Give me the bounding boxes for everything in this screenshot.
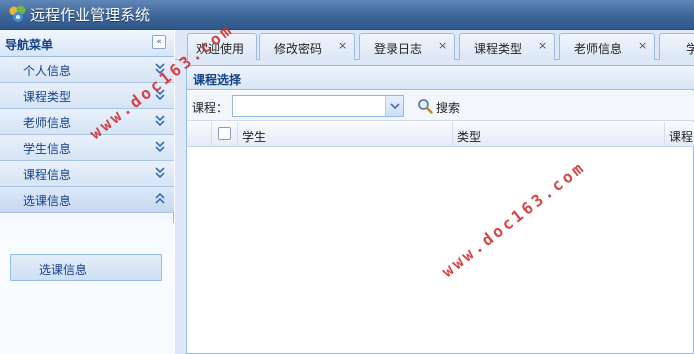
grid-header: 学生 类型 课程 — [187, 122, 694, 147]
sidebar-item-label: 课程类型 — [23, 90, 72, 104]
close-icon[interactable]: × — [338, 39, 347, 52]
column-header-course[interactable]: 课程 — [665, 122, 694, 147]
chevron-double-down-icon — [155, 63, 165, 75]
chevron-double-down-icon — [155, 167, 165, 179]
sidebar-item-label: 选课信息 — [23, 194, 72, 208]
sidebar-item-label: 老师信息 — [23, 116, 72, 130]
tab-label: 学 — [686, 42, 694, 56]
tab-login-log[interactable]: 登录日志 × — [359, 33, 455, 60]
navigation-sidebar: 导航菜单 « 个人信息 课程类型 老师信息 学生信息 课程信息 选课信息 选课信… — [0, 30, 174, 354]
panel-title: 课程选择 — [193, 73, 242, 87]
sidebar-item-course-types[interactable]: 课程类型 — [0, 83, 174, 109]
sidebar-item-course-selection[interactable]: 选课信息 — [0, 187, 174, 213]
sidebar-item-course-info[interactable]: 课程信息 — [0, 161, 174, 187]
chevron-down-icon — [390, 103, 400, 110]
sidebar-item-label: 课程信息 — [23, 168, 72, 182]
close-icon[interactable]: × — [638, 39, 647, 52]
course-selection-panel: 课程选择 课程： 搜索 学生 类型 课程 — [186, 65, 694, 354]
app-logo-icon — [9, 5, 26, 22]
close-icon[interactable]: × — [538, 39, 547, 52]
course-select[interactable] — [232, 95, 404, 117]
select-all-column-header — [212, 122, 238, 147]
tab-teacher-info[interactable]: 老师信息 × — [559, 33, 655, 60]
tab-course-types[interactable]: 课程类型 × — [459, 33, 555, 60]
tab-student-partial[interactable]: 学 — [659, 33, 694, 60]
tab-label: 修改密码 — [274, 42, 323, 56]
sidebar-item-personal-info[interactable]: 个人信息 — [0, 57, 174, 83]
app-title: 远程作业管理系统 — [30, 6, 151, 24]
tab-label: 欢迎使用 — [196, 42, 245, 56]
sidebar-item-label: 个人信息 — [23, 64, 72, 78]
select-all-checkbox[interactable] — [218, 127, 231, 140]
search-icon — [418, 99, 433, 114]
sidebar-submenu-area: 选课信息 — [0, 223, 174, 354]
course-label: 课程： — [192, 101, 229, 115]
row-number-column-header — [187, 122, 212, 147]
sidebar-item-student-info[interactable]: 学生信息 — [0, 135, 174, 161]
column-label: 课程 — [669, 130, 694, 144]
close-icon[interactable]: × — [438, 39, 447, 52]
chevron-double-up-icon — [155, 192, 165, 204]
panel-header: 课程选择 — [187, 66, 694, 90]
sidebar-item-label: 学生信息 — [23, 142, 72, 156]
column-label: 学生 — [242, 130, 267, 144]
chevron-double-down-icon — [155, 89, 165, 101]
chevron-double-down-icon — [155, 115, 165, 127]
tab-label: 登录日志 — [374, 42, 423, 56]
tab-label: 老师信息 — [574, 42, 623, 56]
tab-welcome[interactable]: 欢迎使用 — [187, 33, 257, 60]
tab-change-password[interactable]: 修改密码 × — [259, 33, 355, 60]
submenu-item-course-selection[interactable]: 选课信息 — [10, 254, 162, 281]
sidebar-collapse-button[interactable]: « — [152, 35, 166, 49]
dropdown-arrow[interactable] — [385, 96, 403, 116]
tab-label: 课程类型 — [474, 42, 523, 56]
tab-bar: 欢迎使用 修改密码 × 登录日志 × 课程类型 × 老师信息 × 学 — [175, 30, 694, 60]
sidebar-title: 导航菜单 — [5, 38, 54, 52]
main-content: 欢迎使用 修改密码 × 登录日志 × 课程类型 × 老师信息 × 学 课程选择 … — [175, 30, 694, 354]
column-header-type[interactable]: 类型 — [453, 122, 665, 147]
column-header-student[interactable]: 学生 — [238, 122, 453, 147]
column-label: 类型 — [457, 130, 482, 144]
sidebar-item-teacher-info[interactable]: 老师信息 — [0, 109, 174, 135]
sidebar-header: 导航菜单 « — [0, 30, 174, 57]
chevron-double-down-icon — [155, 141, 165, 153]
app-title-bar: 远程作业管理系统 — [0, 0, 694, 30]
search-toolbar: 课程： 搜索 — [187, 91, 694, 121]
search-button-label: 搜索 — [436, 101, 461, 115]
submenu-item-label: 选课信息 — [39, 263, 88, 277]
